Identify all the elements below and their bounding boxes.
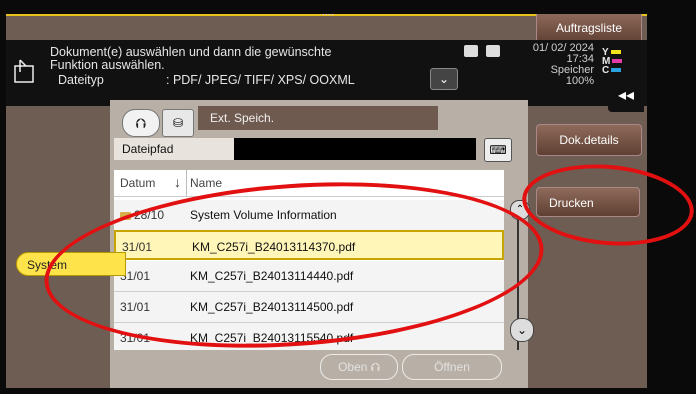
file-type-label: Dateityp: [58, 73, 104, 87]
toner-c: C: [602, 66, 622, 76]
instruction-line-2: Funktion auswählen.: [50, 58, 165, 72]
datetime-memory: 01/ 02/ 2024 17:34 Speicher 100%: [526, 43, 594, 87]
file-path-label: Dateipfad: [122, 142, 174, 156]
instruction-line-1: Dokument(e) auswählen und dann die gewün…: [50, 45, 332, 59]
memory-value: 100%: [565, 75, 594, 87]
file-path-value: [234, 138, 476, 160]
storage-label: Ext. Speich.: [198, 106, 438, 130]
usb-storage-icon: ⛁: [162, 109, 194, 137]
file-path-row: Dateipfad: [114, 138, 476, 160]
col-name-header[interactable]: Name: [190, 176, 222, 190]
scroll-down-button[interactable]: ⌄: [510, 318, 534, 342]
panel-footer: Oben ⮉ Öffnen: [110, 350, 528, 388]
top-handle: ▪▪▪▪: [322, 14, 335, 18]
column-divider: [186, 170, 187, 196]
toner-levels: Y M C: [602, 48, 623, 76]
doc-details-button[interactable]: Dok.details: [536, 124, 642, 156]
header-bar: Dokument(e) auswählen und dann die gewün…: [6, 40, 647, 106]
document-select-icon: [14, 59, 34, 83]
top-button[interactable]: Oben ⮉: [320, 354, 398, 380]
col-date-header[interactable]: Datum: [120, 176, 155, 190]
expand-down-button[interactable]: ⌄: [430, 68, 458, 90]
open-button[interactable]: Öffnen: [402, 354, 502, 380]
status-icons: [464, 44, 504, 62]
usb-status-icon: [464, 45, 478, 57]
collapse-panel-button[interactable]: ◂◂: [608, 80, 644, 112]
warning-status-icon: [486, 45, 501, 57]
sort-down-icon[interactable]: ↓: [174, 174, 181, 190]
up-folder-button[interactable]: ⮉: [122, 109, 160, 137]
file-type-value: : PDF/ JPEG/ TIFF/ XPS/ OOXML: [166, 73, 355, 87]
keyboard-button[interactable]: ⌨: [484, 138, 512, 162]
